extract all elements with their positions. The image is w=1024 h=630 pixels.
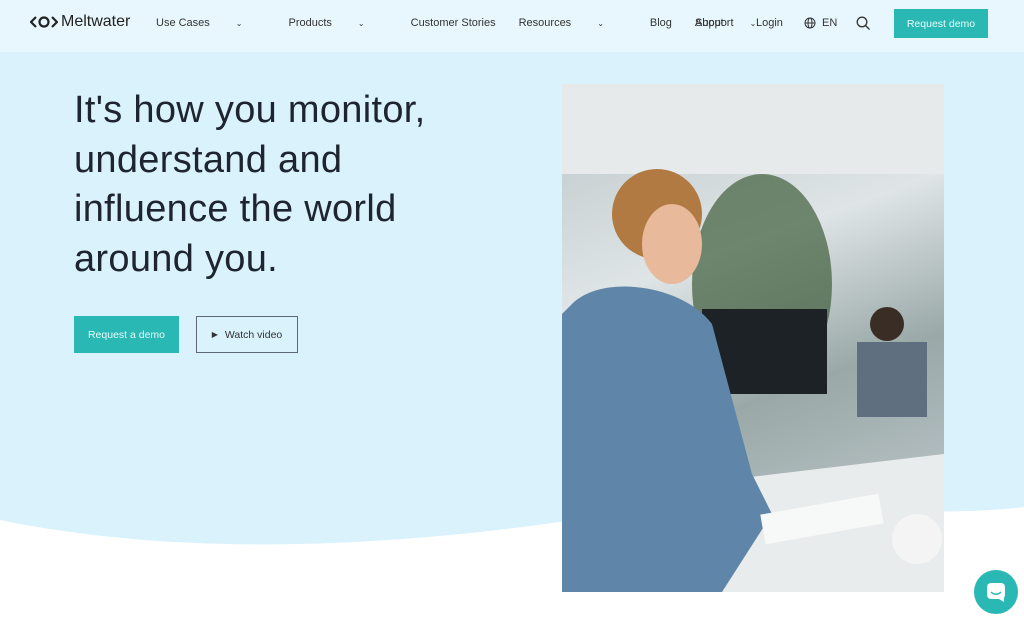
language-label: EN: [822, 17, 838, 29]
chevron-down-icon: ⌄: [357, 19, 365, 28]
logo[interactable]: Meltwater: [30, 13, 130, 31]
hero-photo: [562, 84, 944, 592]
nav-label: Use Cases: [156, 17, 210, 29]
nav-customer-stories[interactable]: Customer Stories: [411, 17, 496, 29]
watch-video-label: Watch video: [224, 328, 283, 341]
nav-label: Products: [288, 17, 332, 29]
nav-use-cases[interactable]: Use Cases ⌄: [156, 17, 266, 29]
chevron-down-icon: ⌄: [235, 19, 243, 28]
logo-text: Meltwater: [61, 13, 131, 30]
support-link[interactable]: Support: [695, 17, 734, 29]
globe-icon: [804, 17, 816, 29]
chat-button[interactable]: [974, 570, 1018, 614]
nav-blog[interactable]: Blog: [650, 17, 672, 29]
language-selector[interactable]: EN: [804, 17, 837, 29]
hero-heading: It's how you monitor, understand and influ…: [74, 89, 426, 280]
meltwater-logo-icon: [30, 16, 58, 28]
header: Meltwater Use Cases ⌄ Products ⌄ Customer …: [0, 0, 1024, 52]
nav-label: Resources: [518, 17, 572, 29]
login-link[interactable]: Login: [756, 17, 783, 29]
search-icon[interactable]: [856, 16, 871, 31]
chat-icon: [987, 583, 1005, 602]
request-demo-button[interactable]: Request demo: [894, 9, 988, 38]
request-a-demo-button[interactable]: Request a demo: [74, 316, 179, 353]
watch-video-button[interactable]: ▶ Watch video: [196, 316, 298, 353]
play-icon: ▶: [211, 330, 218, 339]
nav-resources[interactable]: Resources ⌄: [519, 17, 627, 29]
chevron-down-icon: ⌄: [597, 19, 604, 28]
nav-products[interactable]: Products ⌄: [289, 17, 388, 29]
